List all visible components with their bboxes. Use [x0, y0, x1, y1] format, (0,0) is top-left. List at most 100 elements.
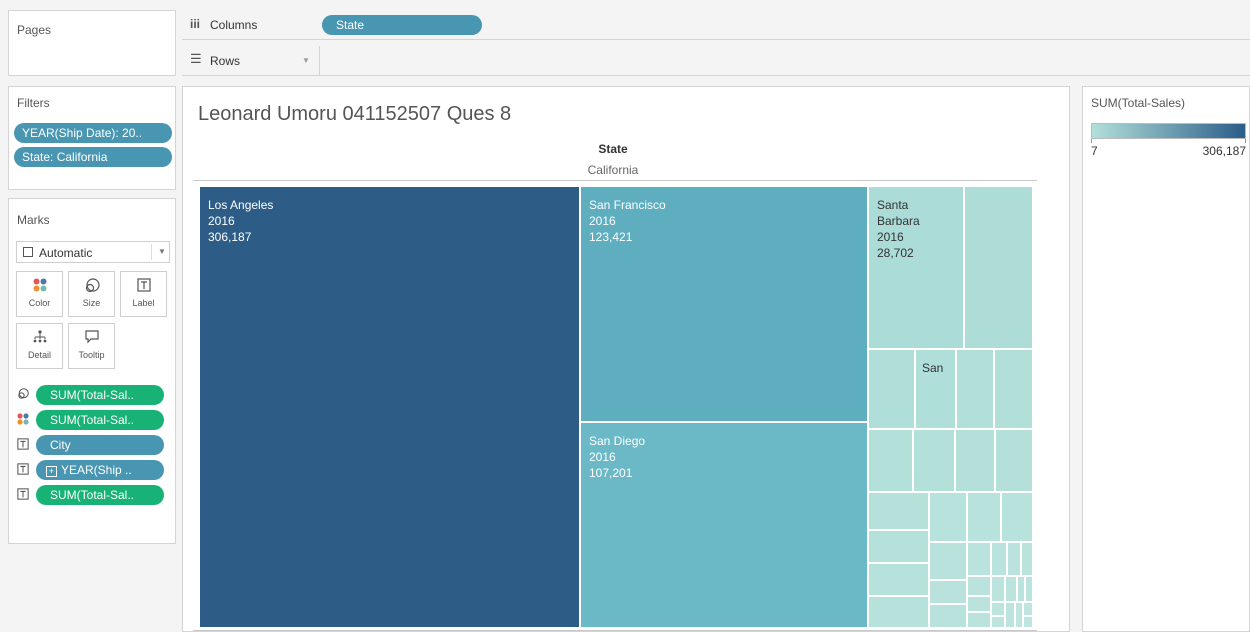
treemap-tile[interactable]	[868, 596, 929, 628]
mark-pill-city[interactable]: City	[36, 435, 164, 455]
legend-card: SUM(Total-Sales) 7 306,187	[1082, 86, 1250, 632]
rows-divider	[319, 46, 320, 76]
columns-label: Columns	[210, 18, 258, 32]
rows-label: Rows	[210, 54, 241, 68]
treemap-tile[interactable]	[913, 429, 955, 492]
tile-text: Los Angeles 2016 306,187	[208, 197, 273, 245]
treemap-tile[interactable]	[967, 612, 991, 628]
treemap-tile[interactable]	[1023, 616, 1033, 628]
tile-city: San Francisco	[589, 198, 666, 212]
expand-icon[interactable]: +	[46, 466, 57, 477]
rows-shelf[interactable]: ☰ Rows ▼	[182, 46, 1250, 76]
label-icon	[16, 438, 30, 452]
treemap-tile[interactable]	[955, 429, 995, 492]
filter-pill-year[interactable]: YEAR(Ship Date): 20..	[14, 123, 172, 143]
mark-pill-size[interactable]: SUM(Total-Sal..	[36, 385, 164, 405]
size-button-label: Size	[82, 298, 101, 308]
treemap-tile[interactable]	[991, 576, 1005, 602]
tooltip-button-label: Tooltip	[78, 350, 105, 360]
mark-pill-year-label: YEAR(Ship ..	[61, 463, 132, 477]
treemap-tile[interactable]	[1005, 602, 1015, 628]
chevron-down-icon: ▼	[151, 244, 166, 260]
treemap-tile-san[interactable]: San	[915, 349, 956, 429]
mark-pill-row: SUM(Total-Sal..	[16, 410, 171, 430]
treemap-tile[interactable]	[1007, 542, 1021, 576]
tooltip-button[interactable]: Tooltip	[68, 323, 115, 369]
treemap-tile[interactable]	[868, 349, 915, 429]
treemap-tile[interactable]	[956, 349, 994, 429]
legend-max-tick	[1245, 139, 1246, 143]
treemap-tile[interactable]	[991, 602, 1005, 616]
treemap[interactable]: Los Angeles 2016 306,187 San Francisco 2…	[199, 186, 1033, 628]
color-icon	[17, 278, 62, 296]
treemap-tile[interactable]	[967, 542, 991, 576]
treemap-tile[interactable]	[1005, 576, 1017, 602]
treemap-tile[interactable]	[1023, 602, 1033, 616]
treemap-tile-san-francisco[interactable]: San Francisco 2016 123,421	[580, 186, 868, 422]
treemap-tile[interactable]	[868, 492, 929, 530]
treemap-tile[interactable]	[868, 429, 913, 492]
view-title: Leonard Umoru 041152507 Ques 8	[198, 103, 512, 125]
tile-city: Los Angeles	[208, 198, 274, 212]
tile-text: San	[922, 360, 943, 376]
treemap-tile-san-diego[interactable]: San Diego 2016 107,201	[580, 422, 868, 628]
detail-button[interactable]: Detail	[16, 323, 63, 369]
size-icon	[16, 388, 30, 402]
tile-text: San Francisco 2016 123,421	[589, 197, 666, 245]
treemap-tile[interactable]	[967, 492, 1001, 542]
legend-gradient[interactable]	[1091, 123, 1246, 139]
color-button-label: Color	[28, 298, 51, 308]
size-button[interactable]: Size	[68, 271, 115, 317]
label-button[interactable]: Label	[120, 271, 167, 317]
treemap-tile[interactable]	[868, 563, 929, 596]
treemap-tile[interactable]	[1017, 576, 1025, 602]
mark-type-dropdown[interactable]: Automatic ▼	[16, 241, 170, 263]
bottom-divider	[193, 630, 1037, 631]
treemap-tile[interactable]	[1021, 542, 1033, 576]
color-button[interactable]: Color	[16, 271, 63, 317]
columns-icon: iii	[190, 17, 201, 31]
treemap-tile[interactable]	[995, 429, 1033, 492]
label-icon	[16, 488, 30, 502]
mark-pill-row: + YEAR(Ship ..	[16, 460, 171, 480]
column-header-value[interactable]: California	[193, 163, 1033, 177]
label-icon	[121, 278, 166, 296]
treemap-tile[interactable]	[964, 186, 1033, 349]
legend-min: 7	[1091, 144, 1098, 158]
label-button-label: Label	[132, 298, 155, 308]
treemap-tile-santa-barbara[interactable]: Santa Barbara 2016 28,702	[868, 186, 964, 349]
tile-value: 306,187	[208, 230, 252, 244]
treemap-tile[interactable]	[991, 542, 1007, 576]
filter-pill-state[interactable]: State: California	[14, 147, 172, 167]
detail-button-label: Detail	[27, 350, 51, 360]
treemap-tile[interactable]	[1015, 602, 1023, 628]
treemap-tile[interactable]	[967, 576, 991, 596]
treemap-tile[interactable]	[868, 530, 929, 563]
detail-icon	[17, 330, 62, 348]
treemap-tile[interactable]	[991, 616, 1005, 628]
pages-title: Pages	[17, 23, 52, 37]
tile-text: San Diego 2016 107,201	[589, 433, 645, 481]
legend-title[interactable]: SUM(Total-Sales)	[1091, 96, 1185, 110]
treemap-tile[interactable]	[929, 604, 967, 628]
treemap-tile[interactable]	[967, 596, 991, 612]
rows-dropdown-icon[interactable]: ▼	[302, 56, 310, 65]
mark-pill-row: SUM(Total-Sal..	[16, 485, 171, 505]
columns-pill-state[interactable]: State	[322, 15, 482, 35]
square-icon	[23, 247, 33, 257]
treemap-tile[interactable]	[929, 580, 967, 604]
treemap-tile[interactable]	[994, 349, 1033, 429]
treemap-tile[interactable]	[1025, 576, 1033, 602]
mark-pill-color[interactable]: SUM(Total-Sal..	[36, 410, 164, 430]
mark-pill-label[interactable]: SUM(Total-Sal..	[36, 485, 164, 505]
columns-shelf[interactable]: iii Columns State	[182, 10, 1250, 40]
treemap-tile[interactable]	[1001, 492, 1033, 542]
treemap-tile[interactable]	[929, 542, 967, 580]
tile-city: San Diego	[589, 434, 646, 448]
filters-card: Filters YEAR(Ship Date): 20.. State: Cal…	[8, 86, 176, 190]
tooltip-icon	[69, 330, 114, 348]
treemap-tile-los-angeles[interactable]: Los Angeles 2016 306,187	[199, 186, 580, 628]
treemap-tile[interactable]	[929, 492, 967, 542]
mark-pill-year[interactable]: + YEAR(Ship ..	[36, 460, 164, 480]
marks-card: Marks Automatic ▼ Color Size Label Detai…	[8, 198, 176, 544]
